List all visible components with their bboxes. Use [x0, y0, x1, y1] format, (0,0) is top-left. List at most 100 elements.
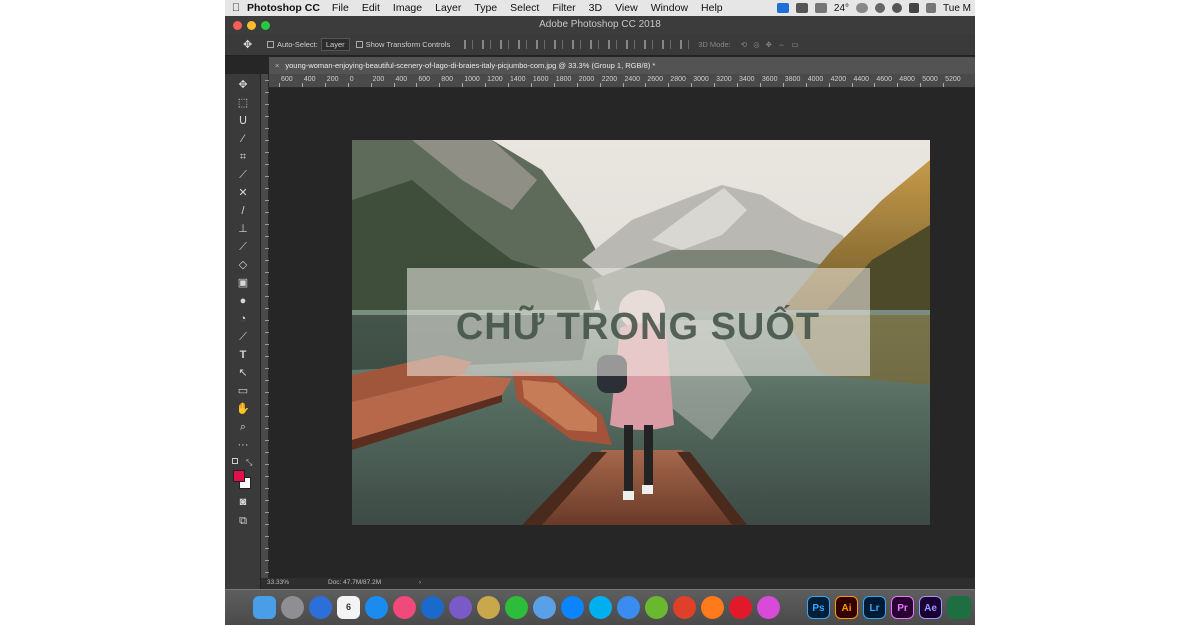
type-tool-icon[interactable]: T: [236, 348, 250, 362]
distribute-middle-icon[interactable]: [590, 40, 600, 49]
app-status-icon[interactable]: [776, 3, 789, 13]
apple-menu-icon[interactable]: : [225, 2, 247, 14]
skype-icon[interactable]: [589, 596, 612, 619]
document-image[interactable]: CHỮ TRONG SUỐT: [352, 140, 930, 525]
menu-file[interactable]: File: [332, 2, 349, 14]
lightroom-icon[interactable]: Lr: [863, 596, 886, 619]
menu-help[interactable]: Help: [701, 2, 723, 14]
crop-tool-icon[interactable]: ⌗: [236, 150, 250, 164]
messenger-icon[interactable]: [561, 596, 584, 619]
3d-pan-icon[interactable]: ✥: [766, 40, 772, 49]
brush-tool-icon[interactable]: /: [236, 204, 250, 218]
menubar-clock[interactable]: Tue M: [943, 3, 971, 14]
zoom-level[interactable]: 33.33%: [267, 579, 289, 586]
shape-tool-icon[interactable]: ▭: [236, 384, 250, 398]
input-source-icon[interactable]: [926, 3, 937, 13]
eraser-icon[interactable]: ◇: [236, 258, 250, 272]
dropbox-icon[interactable]: [795, 3, 808, 13]
illustrator-icon[interactable]: Ai: [835, 596, 858, 619]
blur-icon[interactable]: ●: [236, 294, 250, 308]
status-menu-arrow[interactable]: ›: [419, 579, 421, 586]
marquee-tool-icon[interactable]: ⬚: [236, 96, 250, 110]
hand-tool-icon[interactable]: ✋: [236, 402, 250, 416]
magic-wand-icon[interactable]: ⁄: [236, 132, 250, 146]
flower-app-icon[interactable]: [757, 596, 780, 619]
show-transform-checkbox[interactable]: [355, 41, 363, 48]
weather-temperature[interactable]: 24°: [834, 3, 849, 14]
check-circle-icon[interactable]: [875, 3, 886, 13]
align-middle-icon[interactable]: [536, 40, 546, 49]
premiere-icon[interactable]: Pr: [891, 596, 914, 619]
eyedropper-icon[interactable]: ⟋: [236, 168, 250, 182]
healing-brush-icon[interactable]: ✕: [236, 186, 250, 200]
overlay-text[interactable]: CHỮ TRONG SUỐT: [456, 303, 820, 348]
line-app-icon[interactable]: [505, 596, 528, 619]
pen-tool-icon[interactable]: ⟋: [236, 330, 250, 344]
menu-edit[interactable]: Edit: [362, 2, 380, 14]
gradient-icon[interactable]: ▣: [236, 276, 250, 290]
more-tools-icon[interactable]: ···: [236, 438, 250, 452]
align-center-icon[interactable]: [482, 40, 492, 49]
align-top-icon[interactable]: [518, 40, 528, 49]
align-bottom-icon[interactable]: [554, 40, 564, 49]
distribute-bottom-icon[interactable]: [608, 40, 618, 49]
finder-icon[interactable]: [253, 596, 276, 619]
opera-icon[interactable]: [729, 596, 752, 619]
app-store-icon[interactable]: [365, 596, 388, 619]
app-menu[interactable]: Photoshop CC: [247, 2, 320, 14]
auto-select-dropdown[interactable]: Layer: [320, 38, 350, 51]
clone-stamp-icon[interactable]: ⊥: [236, 222, 250, 236]
browser-icon[interactable]: [421, 596, 444, 619]
distribute-top-icon[interactable]: [572, 40, 582, 49]
system-preferences-icon[interactable]: [281, 596, 304, 619]
move-tool-icon[interactable]: ✥: [243, 38, 257, 51]
safari-icon[interactable]: [309, 596, 332, 619]
green-app-icon[interactable]: [645, 596, 668, 619]
menu-select[interactable]: Select: [510, 2, 539, 14]
calendar-icon[interactable]: 6: [337, 596, 360, 619]
app-status-icon[interactable]: [814, 3, 827, 13]
zoom-tool-icon[interactable]: ⌕: [236, 420, 250, 434]
close-tab-icon[interactable]: ×: [275, 61, 279, 70]
screen-mode-icon[interactable]: ⧉: [236, 514, 250, 528]
3d-rotate-icon[interactable]: ⟲: [741, 40, 747, 49]
photos-icon[interactable]: [449, 596, 472, 619]
wifi-icon[interactable]: [892, 3, 903, 13]
distribute-center-icon[interactable]: [644, 40, 654, 49]
ruler-top[interactable]: 600 400 200 0 200 400 600 800 1000 1200 1400 1600 18…: [269, 74, 975, 88]
auto-align-icon[interactable]: [680, 40, 690, 49]
excel-icon[interactable]: [947, 596, 971, 619]
quick-mask-icon[interactable]: ◙: [236, 495, 250, 509]
default-colors-icon[interactable]: [232, 458, 238, 464]
firefox-icon[interactable]: [701, 596, 724, 619]
align-right-icon[interactable]: [500, 40, 510, 49]
photoshop-icon[interactable]: Ps: [807, 596, 830, 619]
distribute-left-icon[interactable]: [626, 40, 636, 49]
music-icon[interactable]: [393, 596, 416, 619]
3d-scale-icon[interactable]: ▭: [791, 40, 798, 49]
volume-icon[interactable]: [909, 3, 920, 13]
menu-3d[interactable]: 3D: [589, 2, 602, 14]
dodge-icon[interactable]: ◔: [236, 312, 250, 326]
messages-icon[interactable]: [533, 596, 556, 619]
document-tab[interactable]: × young-woman-enjoying-beautiful-scenery…: [269, 57, 975, 74]
chrome-icon[interactable]: [673, 596, 696, 619]
align-left-icon[interactable]: [464, 40, 474, 49]
path-selection-icon[interactable]: ↖: [236, 366, 250, 380]
3d-slide-icon[interactable]: ⇔: [778, 40, 786, 49]
history-brush-icon[interactable]: ⟋: [236, 240, 250, 254]
menu-layer[interactable]: Layer: [435, 2, 461, 14]
menu-window[interactable]: Window: [651, 2, 688, 14]
safari-compass-icon[interactable]: [617, 596, 640, 619]
3d-roll-icon[interactable]: ◎: [753, 40, 760, 49]
canvas-area[interactable]: CHỮ TRONG SUỐT: [269, 88, 975, 578]
menu-image[interactable]: Image: [393, 2, 422, 14]
lasso-tool-icon[interactable]: ᑌ: [236, 114, 250, 128]
cloud-icon[interactable]: [856, 3, 869, 13]
auto-select-checkbox[interactable]: [267, 41, 274, 48]
menu-view[interactable]: View: [615, 2, 638, 14]
menu-filter[interactable]: Filter: [552, 2, 575, 14]
after-effects-icon[interactable]: Ae: [919, 596, 942, 619]
foreground-color-swatch[interactable]: [233, 470, 245, 482]
swap-colors-icon[interactable]: ⤡: [246, 458, 252, 468]
